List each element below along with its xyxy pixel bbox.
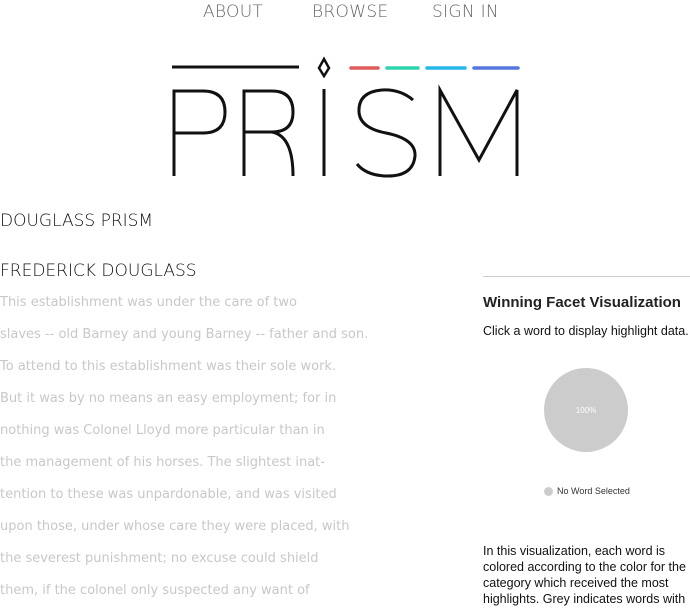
text-line[interactable]: This establishment was under the care of… — [0, 292, 330, 324]
nav-browse-link[interactable]: BROWSE — [312, 2, 388, 22]
text-line[interactable]: them, if the colonel only suspected any … — [0, 580, 330, 612]
prism-logo[interactable] — [168, 56, 524, 185]
logo-letter-p — [172, 89, 227, 176]
facet-pie-chart[interactable]: 100% — [542, 366, 630, 454]
text-line[interactable]: nothing was Colonel Lloyd more particula… — [0, 420, 330, 452]
document-text: This establishment was under the care of… — [0, 292, 368, 612]
panel-title: Winning Facet Visualization — [483, 294, 681, 311]
legend-swatch — [544, 486, 553, 496]
text-line[interactable]: the severest punishment; no excuse could… — [0, 548, 330, 580]
panel-hint: Click a word to display highlight data. — [483, 324, 689, 338]
text-line[interactable]: But it was by no means an easy employmen… — [0, 388, 336, 420]
logo-letter-s — [355, 88, 417, 178]
nav-about-link[interactable]: ABOUT — [203, 2, 263, 22]
pie-legend: No Word Selected — [544, 486, 630, 496]
logo-drop-icon — [317, 56, 331, 79]
author-heading: FREDERICK DOUGLASS — [0, 261, 197, 281]
legend-label: No Word Selected — [557, 486, 630, 496]
pie-slice-label: 100% — [576, 406, 596, 415]
prism-logo-graphic — [172, 56, 520, 178]
text-line[interactable]: the management of his horses. The slight… — [0, 452, 330, 484]
visualization-panel: Winning Facet Visualization Click a word… — [483, 290, 690, 606]
logo-letter-m — [438, 84, 519, 176]
logo-letter-r — [242, 89, 295, 177]
panel-description: In this visualization, each word is colo… — [483, 544, 686, 606]
text-line[interactable]: tention to these was unpardonable, and w… — [0, 484, 337, 516]
text-line[interactable]: slaves -- old Barney and young Barney --… — [0, 324, 368, 356]
text-line[interactable]: upon those, under whose care they were p… — [0, 516, 349, 548]
text-line[interactable]: To attend to this establishment was thei… — [0, 356, 336, 388]
panel-divider — [483, 276, 690, 277]
top-nav: ABOUT BROWSE SIGN IN — [0, 2, 690, 26]
page-title: DOUGLASS PRISM — [0, 211, 154, 231]
nav-sign-in-link[interactable]: SIGN IN — [432, 2, 499, 22]
